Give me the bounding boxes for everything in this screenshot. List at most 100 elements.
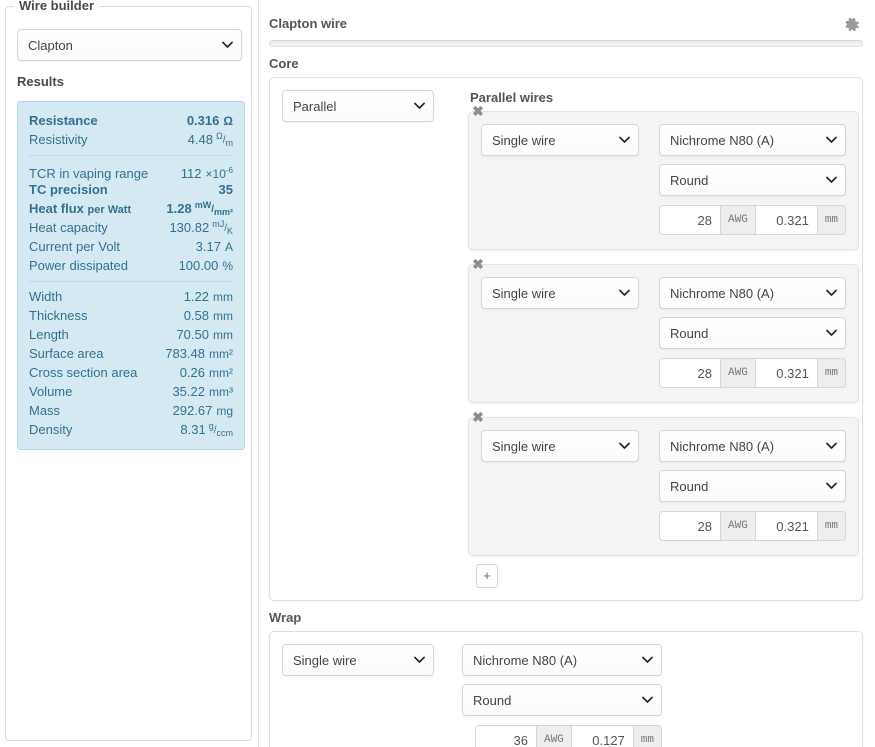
core-wire-list: ✖ Single wireParallelTwistedClaptonRibbon… — [468, 103, 860, 556]
result-label: Cross section area — [29, 365, 138, 380]
wrap-card-inner: Single wireParallelTwistedClaptonRibbon … — [282, 644, 850, 747]
wire-material-select-wrap: Nichrome N80 (A)Kanthal A1SS316LNickel N… — [659, 277, 847, 309]
result-unit: % — [222, 259, 233, 273]
result-unit: mm — [213, 290, 233, 304]
result-unit: mg — [216, 404, 233, 418]
add-wire-row: + — [468, 564, 859, 588]
result-row: Power dissipated 100.00% — [29, 256, 233, 275]
wire-gauge-input-group: AWG mm — [659, 358, 847, 388]
wire-material-select-wrap: Nichrome N80 (A)Kanthal A1SS316LNickel N… — [659, 124, 847, 156]
builder-type-select[interactable]: ClaptonSingle wireParallelTwistedFused C… — [17, 29, 242, 61]
result-label: Heat capacity — [29, 220, 108, 235]
result-value: 4.48 Ω/m — [187, 131, 233, 148]
result-label: Volume — [29, 384, 73, 399]
result-row: Thickness 0.58 mm — [29, 306, 233, 325]
wire-builder-page: Wire builder ClaptonSingle wireParallelT… — [0, 0, 875, 747]
result-value: 0.26 mm² — [179, 365, 233, 380]
add-wire-button[interactable]: + — [476, 564, 498, 588]
result-row: Resistivity 4.48 Ω/m — [29, 130, 233, 149]
wire-kind-column: Single wireParallelTwistedClaptonRibbon — [481, 124, 646, 156]
result-row: Width 1.22 mm — [29, 287, 233, 306]
wire-material-select[interactable]: Nichrome N80 (A)Kanthal A1SS316LNickel N… — [659, 277, 847, 309]
remove-wire-button[interactable]: ✖ — [470, 103, 486, 119]
left-column: Wire builder ClaptonSingle wireParallelT… — [0, 0, 256, 747]
wrap-shape-select-wrap: RoundRibbonSquare — [462, 684, 662, 716]
panel-title: Clapton wire — [269, 16, 348, 31]
wire-shape-select[interactable]: RoundRibbonSquare — [659, 317, 847, 349]
wrap-section-label: Wrap — [269, 610, 302, 625]
result-label: Thickness — [29, 308, 88, 323]
result-value: 8.31 g/ccm — [180, 421, 233, 438]
wrap-card: Single wireParallelTwistedClaptonRibbon … — [269, 631, 863, 747]
wrap-awg-input[interactable] — [474, 725, 537, 747]
wire-shape-select[interactable]: RoundRibbonSquare — [659, 164, 847, 196]
wire-gauge-input-group: AWG mm — [659, 205, 847, 235]
wire-material-select[interactable]: Nichrome N80 (A)Kanthal A1SS316LNickel N… — [659, 124, 847, 156]
result-label: Surface area — [29, 346, 104, 361]
wrap-shape-select[interactable]: RoundRibbonSquare — [462, 684, 662, 716]
result-label: Current per Volt — [29, 239, 121, 254]
result-row: Cross section area 0.26 mm² — [29, 363, 233, 382]
remove-wire-button[interactable]: ✖ — [470, 409, 486, 425]
results-heading: Results — [17, 74, 64, 89]
result-value: 0.316 Ω — [186, 113, 233, 128]
wrap-kind-column: Single wireParallelTwistedClaptonRibbon — [282, 644, 462, 676]
result-value: 70.50 mm — [176, 327, 233, 342]
wire-awg-input[interactable] — [659, 511, 721, 541]
section-divider — [269, 40, 863, 47]
result-unit: ×10-6 — [205, 166, 233, 181]
core-mode-select-wrap: Single wireParallelTwistedClaptonRibbon — [282, 90, 434, 122]
result-label: TC precision — [29, 182, 108, 197]
results-divider — [29, 155, 233, 156]
result-label: Power dissipated — [29, 258, 128, 273]
result-value: 130.82 mJ/K — [169, 219, 233, 236]
result-unit: mm² — [209, 366, 233, 380]
wire-material-column: Nichrome N80 (A)Kanthal A1SS316LNickel N… — [646, 124, 847, 235]
wrap-material-select-wrap: Nichrome N80 (A)Kanthal A1SS316LNickel N… — [462, 644, 662, 676]
wire-shape-select[interactable]: RoundRibbonSquare — [659, 470, 847, 502]
wire-awg-unit: AWG — [721, 358, 756, 388]
result-label: Heat flux per Watt — [29, 201, 132, 216]
wire-diameter-input[interactable] — [755, 358, 818, 388]
result-unit: mW/mm² — [194, 200, 233, 217]
result-unit: mJ/K — [212, 219, 233, 236]
result-row: Resistance 0.316 Ω — [29, 111, 233, 130]
result-value: 0.58 mm — [183, 308, 233, 323]
result-label: Resistance — [29, 113, 98, 128]
result-row: TC precision 35 — [29, 180, 233, 199]
wire-card: ✖ Single wireParallelTwistedClaptonRibbon… — [468, 409, 860, 556]
wire-builder-legend: Wire builder — [14, 0, 100, 13]
wrap-gauge-input-group: AWG mm — [462, 725, 662, 747]
wire-builder-fieldset: Wire builder ClaptonSingle wireParallelT… — [5, 0, 252, 741]
wire-kind-select[interactable]: Single wireParallelTwistedClaptonRibbon — [481, 430, 639, 462]
remove-wire-button[interactable]: ✖ — [470, 256, 486, 272]
wire-kind-select[interactable]: Single wireParallelTwistedClaptonRibbon — [481, 124, 639, 156]
wire-awg-input[interactable] — [659, 358, 721, 388]
wire-mm-unit: mm — [817, 205, 847, 235]
wire-diameter-input[interactable] — [755, 511, 818, 541]
result-label: Width — [29, 289, 63, 304]
result-unit: mm — [213, 328, 233, 342]
result-label: Length — [29, 327, 69, 342]
result-row: Length 70.50 mm — [29, 325, 233, 344]
wire-kind-select-wrap: Single wireParallelTwistedClaptonRibbon — [481, 430, 639, 462]
wire-kind-select[interactable]: Single wireParallelTwistedClaptonRibbon — [481, 277, 639, 309]
result-unit: Ω/m — [215, 131, 233, 148]
parallel-wires-title: Parallel wires — [470, 90, 554, 105]
result-value: 783.48 mm² — [165, 346, 233, 361]
wire-kind-select-wrap: Single wireParallelTwistedClaptonRibbon — [481, 124, 639, 156]
wire-diameter-input[interactable] — [755, 205, 818, 235]
gear-icon[interactable] — [843, 16, 861, 34]
core-section-label: Core — [269, 56, 299, 71]
wire-awg-input[interactable] — [659, 205, 721, 235]
wrap-material-select[interactable]: Nichrome N80 (A)Kanthal A1SS316LNickel N… — [462, 644, 662, 676]
wrap-awg-unit: AWG — [536, 725, 572, 747]
results-panel: Resistance 0.316 Ω Resistivity 4.48 Ω/m TCR in… — [17, 101, 245, 450]
wrap-kind-select[interactable]: Single wireParallelTwistedClaptonRibbon — [282, 644, 434, 676]
result-row: Density 8.31 g/ccm — [29, 420, 233, 439]
wire-material-select[interactable]: Nichrome N80 (A)Kanthal A1SS316LNickel N… — [659, 430, 847, 462]
result-row: Mass 292.67 mg — [29, 401, 233, 420]
core-mode-select[interactable]: Single wireParallelTwistedClaptonRibbon — [282, 90, 434, 122]
wrap-diameter-input[interactable] — [571, 725, 634, 747]
wire-material-column: Nichrome N80 (A)Kanthal A1SS316LNickel N… — [646, 430, 847, 541]
